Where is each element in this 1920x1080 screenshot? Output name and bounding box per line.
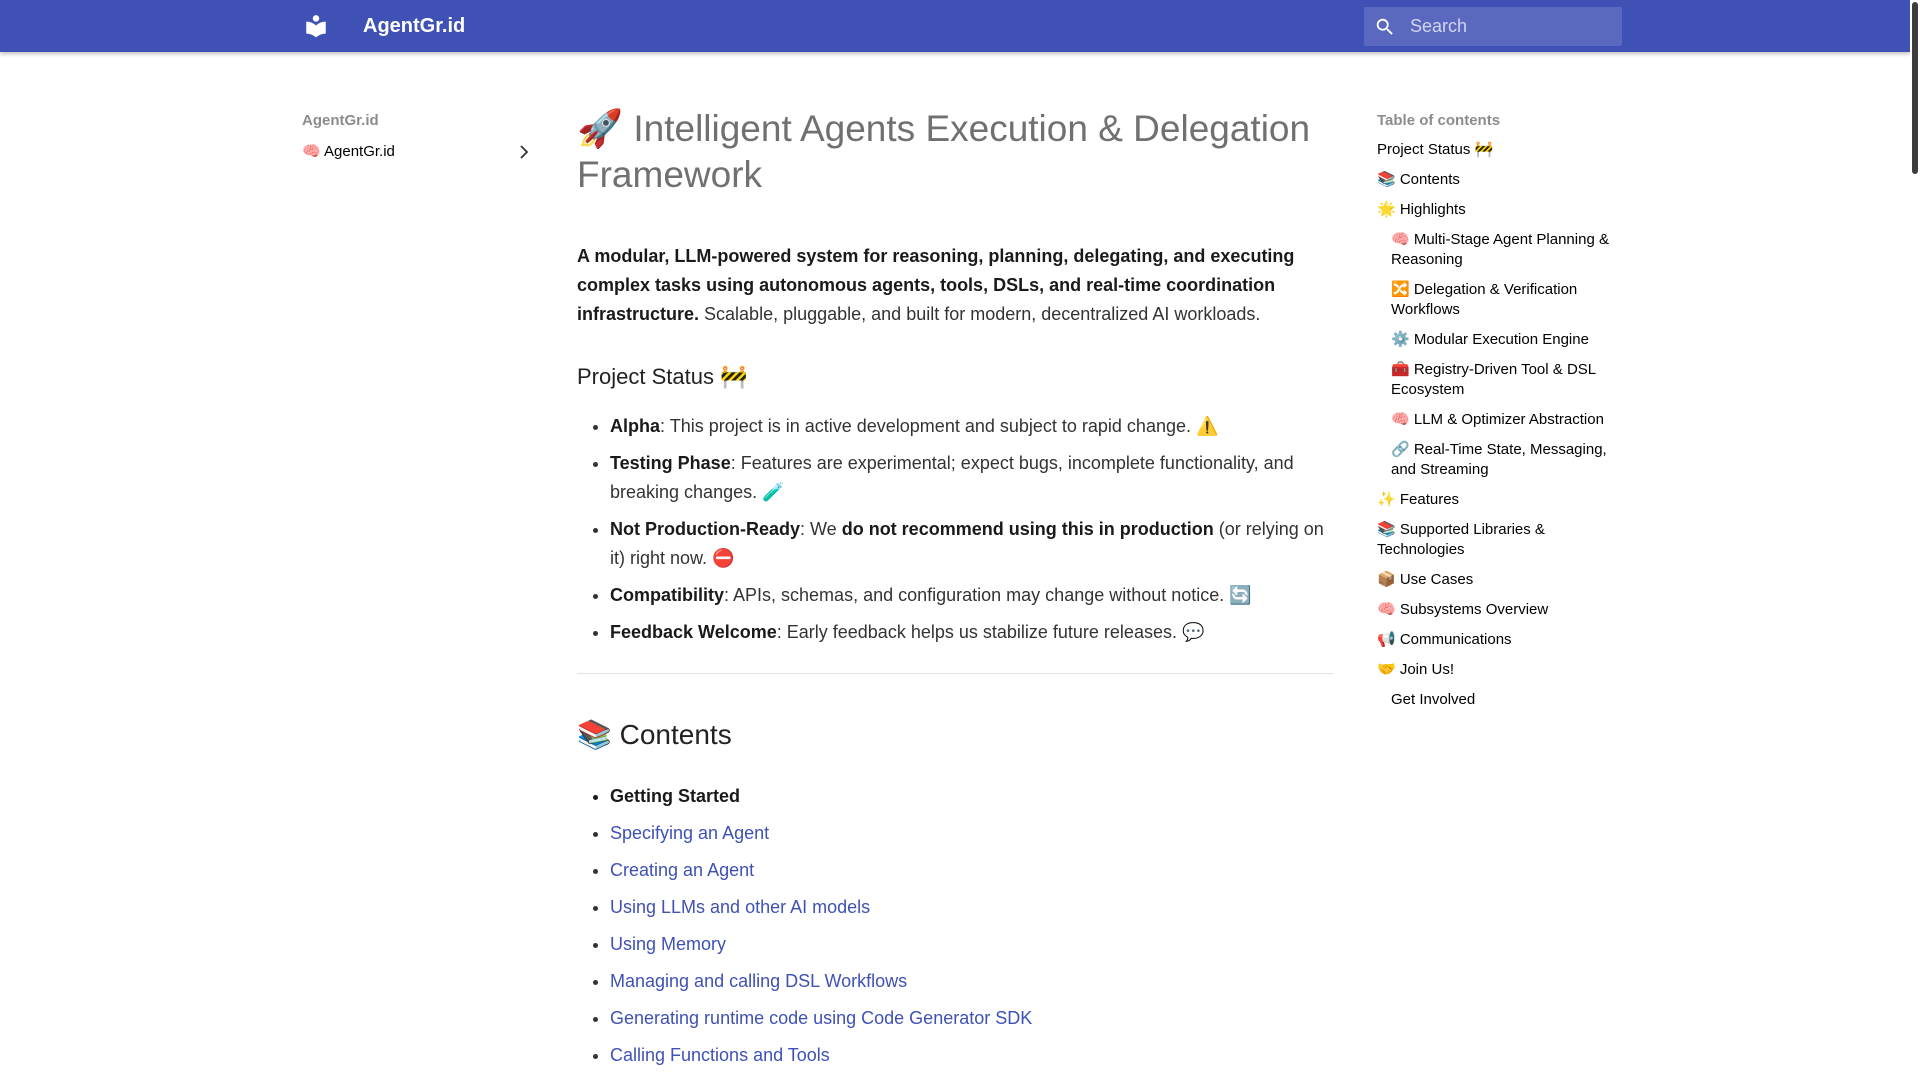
toc-title: Table of contents [1377,112,1501,129]
nav-item-label: 🧠 AgentGr.id [302,143,395,160]
toc-item-join-us[interactable]: 🤝 Join Us! [1377,660,1609,680]
scrollbar-thumb[interactable] [1912,2,1918,174]
toc-item-delegation[interactable]: 🔀 Delegation & Verification Workflows [1377,280,1609,320]
status-term: Not Production-Ready [610,519,801,539]
status-term: Alpha [610,416,661,436]
list-item: Using Memory [610,930,1333,959]
contents-heading: 📚 Contents [577,719,732,750]
status-text: : We [800,519,842,539]
top-header: AgentGr.id [0,0,1910,52]
contents-list: Getting Started Specifying an Agent Crea… [577,782,1333,1078]
list-item-getting-started: Getting Started [610,782,1333,811]
nav-title: AgentGr.id [302,112,379,129]
list-item: Not Production-Ready: We do not recommen… [610,515,1333,573]
toc-item-planning-reasoning[interactable]: 🧠 Multi-Stage Agent Planning & Reasoning [1377,230,1609,270]
link-creating-agent[interactable]: Creating an Agent [610,860,754,880]
toc-item-subsystems[interactable]: 🧠 Subsystems Overview [1377,600,1609,620]
toc-item-registry[interactable]: 🧰 Registry-Driven Tool & DSL Ecosystem [1377,360,1609,400]
nav-item-agentgrid[interactable]: 🧠 AgentGr.id [302,142,534,162]
toc-item-contents[interactable]: 📚 Contents [1377,170,1609,190]
toc-item-communications[interactable]: 📢 Communications [1377,630,1609,650]
list-item: Alpha: This project is in active develop… [610,412,1333,441]
list-item: Specifying an Agent [610,819,1333,848]
intro-rest: Scalable, pluggable, and built for moder… [699,304,1261,324]
status-list: Alpha: This project is in active develop… [577,412,1333,655]
status-strong: do not recommend using this in productio… [841,519,1214,539]
toc-item-project-status[interactable]: Project Status 🚧 [1377,140,1609,160]
list-item: Compatibility: APIs, schemas, and config… [610,581,1333,610]
link-specifying-agent[interactable]: Specifying an Agent [610,823,769,843]
chevron-right-icon [520,145,529,159]
link-using-memory[interactable]: Using Memory [610,934,726,954]
status-term: Testing Phase [610,453,731,473]
status-text: : This project is in active development … [660,416,1219,436]
toc-item-use-cases[interactable]: 📦 Use Cases [1377,570,1609,590]
toc-item-supported-libraries[interactable]: 📚 Supported Libraries & Technologies [1377,520,1609,560]
list-item: Creating an Agent [610,856,1333,885]
toc-item-llm-optimizer[interactable]: 🧠 LLM & Optimizer Abstraction [1377,410,1609,430]
page-scrollbar[interactable] [1910,0,1920,1080]
status-term: Feedback Welcome [610,622,777,642]
table-of-contents: Table of contents Project Status 🚧 📚 Con… [1377,112,1609,720]
toc-item-realtime-state[interactable]: 🔗 Real-Time State, Messaging, and Stream… [1377,440,1609,480]
link-functions-tools[interactable]: Calling Functions and Tools [610,1045,830,1065]
link-dsl-workflows[interactable]: Managing and calling DSL Workflows [610,971,907,991]
divider [577,673,1333,674]
toc-item-get-involved[interactable]: Get Involved [1377,690,1609,710]
toc-item-features[interactable]: ✨ Features [1377,490,1609,510]
project-status-heading: Project Status 🚧 [577,364,748,389]
search-icon[interactable] [1374,16,1396,38]
list-item: Testing Phase: Features are experimental… [610,449,1333,507]
list-item: Generating runtime code using Code Gener… [610,1004,1333,1033]
search-input[interactable] [1410,7,1615,46]
status-text: : APIs, schemas, and configuration may c… [724,585,1252,605]
link-code-generator[interactable]: Generating runtime code using Code Gener… [610,1008,1032,1028]
page-title: 🚀 Intelligent Agents Execution & Delegat… [577,108,1311,195]
status-text: : Early feedback helps us stabilize futu… [776,622,1205,642]
link-using-llms[interactable]: Using LLMs and other AI models [610,897,870,917]
site-title[interactable]: AgentGr.id [363,13,465,39]
intro-paragraph: A modular, LLM-powered system for reason… [577,242,1333,329]
toc-item-highlights[interactable]: 🌟 Highlights [1377,200,1609,220]
status-term: Compatibility [610,585,725,605]
list-item: Feedback Welcome: Early feedback helps u… [610,618,1333,647]
list-item: Calling Functions and Tools [610,1041,1333,1070]
search-box[interactable] [1364,7,1622,46]
toc-item-execution-engine[interactable]: ⚙️ Modular Execution Engine [1377,330,1609,350]
list-item: Using LLMs and other AI models [610,893,1333,922]
book-logo-icon[interactable] [303,13,329,39]
list-item: Managing and calling DSL Workflows [610,967,1333,996]
